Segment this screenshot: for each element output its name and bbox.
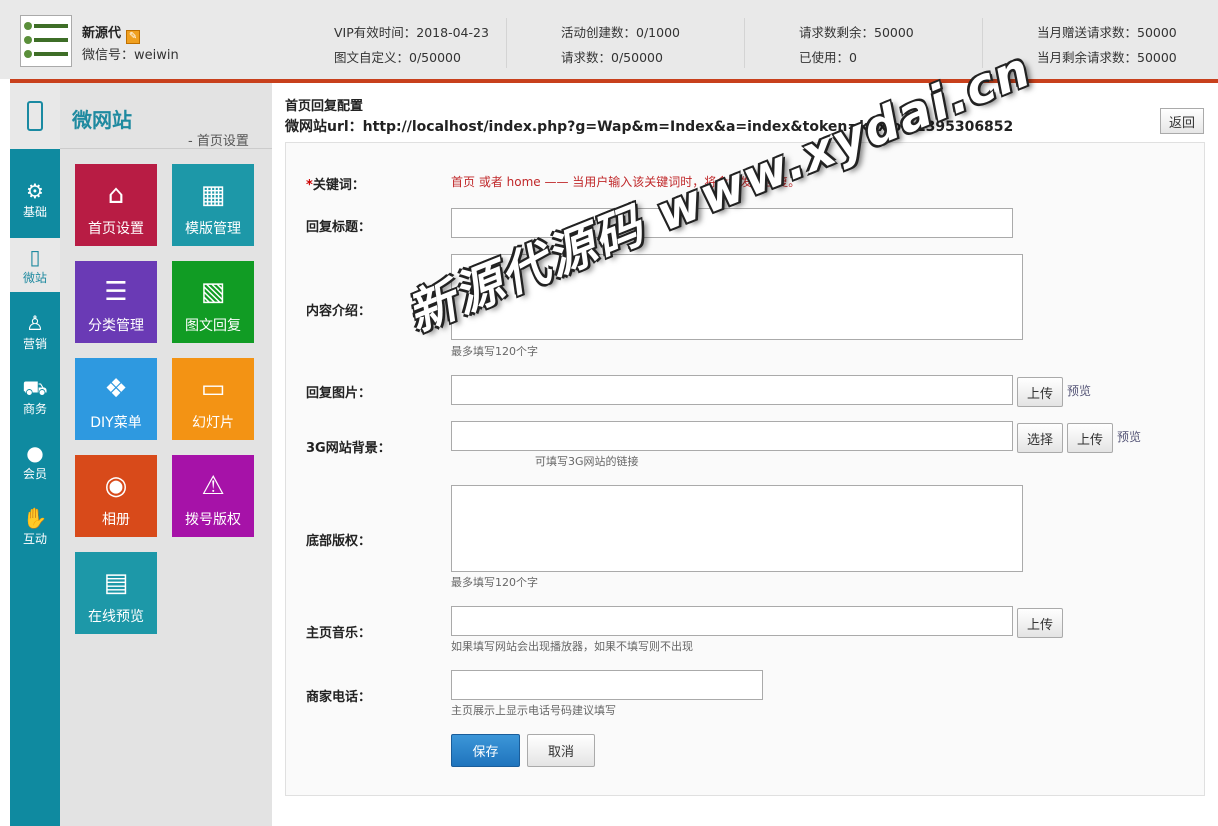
tile-slideshow[interactable]: ▭ 幻灯片 xyxy=(172,358,254,440)
monthly-gift-requests: 当月赠送请求数：50000 xyxy=(1037,25,1177,40)
divider xyxy=(744,18,745,68)
activity-count: 活动创建数：0/1000 xyxy=(561,25,680,40)
tile-label: 拨号版权 xyxy=(185,512,241,528)
user-icon: ● xyxy=(26,441,44,465)
edit-icon[interactable]: ✎ xyxy=(126,30,141,44)
nav-item-marketing[interactable]: ♙ 营销 xyxy=(10,304,60,362)
upload-button[interactable]: 上传 xyxy=(1067,423,1113,453)
cancel-button[interactable]: 取消 xyxy=(527,734,595,767)
cart-icon: ⛟ xyxy=(22,376,48,400)
warning-icon: ⚠ xyxy=(201,471,225,501)
reply-title-input[interactable] xyxy=(451,208,1013,238)
footer-textarea[interactable] xyxy=(451,485,1023,572)
people-icon: ♙ xyxy=(26,311,44,335)
home-icon: ⌂ xyxy=(107,180,125,210)
bg3g-hint: 可填写3G网站的链接 xyxy=(535,455,639,468)
content-textarea[interactable] xyxy=(451,254,1023,340)
music-hint: 如果填写网站会出现播放器，如果不填写则不出现 xyxy=(451,640,693,653)
user-name: 新源代 xyxy=(82,26,122,41)
keyword-label: 关键词： xyxy=(312,178,365,193)
phone-label: 商家电话： xyxy=(306,690,372,705)
tile-category-manage[interactable]: ☰ 分类管理 xyxy=(75,261,157,343)
nav-label: 会员 xyxy=(22,467,47,481)
requests-used: 已使用：0 xyxy=(799,50,857,65)
preview-link[interactable]: 预览 xyxy=(1117,428,1141,445)
tile-label: 模版管理 xyxy=(185,221,241,237)
content-label: 内容介绍： xyxy=(306,304,372,319)
nav-item-basic[interactable]: ⚙ 基础 xyxy=(10,172,60,230)
bg3g-input[interactable] xyxy=(451,421,1013,451)
camera-icon: ◉ xyxy=(104,471,128,501)
monitor-icon: ▭ xyxy=(200,374,226,404)
music-input[interactable] xyxy=(451,606,1013,636)
keyword-note: 首页 或者 home —— 当用户输入该关键词时，将会触发此回复。 xyxy=(451,175,801,189)
footer-hint: 最多填写120个字 xyxy=(451,576,538,589)
nav-label: 商务 xyxy=(22,402,47,416)
upload-button[interactable]: 上传 xyxy=(1017,608,1063,638)
phone-icon: ▯ xyxy=(29,245,41,269)
tile-label: 图文回复 xyxy=(185,318,241,334)
nav-label: 微站 xyxy=(22,271,47,285)
vip-expiry: VIP有效时间：2018-04-23 xyxy=(334,25,489,40)
nav-item-commerce[interactable]: ⛟ 商务 xyxy=(10,369,60,427)
microsite-url: 微网站url：http://localhost/index.php?g=Wap&… xyxy=(285,119,1014,135)
content-hint: 最多填写120个字 xyxy=(451,345,538,358)
tile-label: 在线预览 xyxy=(88,609,144,625)
divider xyxy=(982,18,983,68)
nav-item-interaction[interactable]: ✋ 互动 xyxy=(10,499,60,557)
divider xyxy=(60,148,272,149)
save-button[interactable]: 保存 xyxy=(451,734,520,767)
back-button[interactable]: 返回 xyxy=(1160,108,1204,134)
article-custom-count: 图文自定义：0/50000 xyxy=(334,50,461,65)
select-button[interactable]: 选择 xyxy=(1017,423,1063,453)
phone-icon xyxy=(27,101,43,131)
reply-title-label: 回复标题： xyxy=(306,220,372,235)
tile-dial-copyright[interactable]: ⚠ 拨号版权 xyxy=(172,455,254,537)
dropbox-icon: ❖ xyxy=(104,374,128,404)
reply-image-input[interactable] xyxy=(451,375,1013,405)
section-subtitle: - 首页设置 xyxy=(188,134,249,149)
tile-label: DIY菜单 xyxy=(90,415,142,431)
nav-label: 营销 xyxy=(22,337,47,351)
wechat-id: 微信号：weiwin xyxy=(82,48,179,63)
phone-hint: 主页展示上显示电话号码建议填写 xyxy=(451,704,616,717)
clapper-icon: ▤ xyxy=(103,568,129,598)
footer-label: 底部版权： xyxy=(306,534,372,549)
handshake-icon: ✋ xyxy=(22,506,48,530)
tile-image-reply[interactable]: ▧ 图文回复 xyxy=(172,261,254,343)
tile-label: 幻灯片 xyxy=(192,415,234,431)
reply-image-label: 回复图片： xyxy=(306,386,372,401)
tile-album[interactable]: ◉ 相册 xyxy=(75,455,157,537)
bg3g-label: 3G网站背景： xyxy=(306,441,391,456)
list-icon: ☰ xyxy=(104,277,128,307)
tile-template-manage[interactable]: ▦ 模版管理 xyxy=(172,164,254,246)
page-title: 首页回复配置 xyxy=(285,99,364,114)
preview-link[interactable]: 预览 xyxy=(1067,382,1091,399)
tile-online-preview[interactable]: ▤ 在线预览 xyxy=(75,552,157,634)
tile-label: 分类管理 xyxy=(88,318,144,334)
requests-remaining: 请求数剩余：50000 xyxy=(799,25,914,40)
nav-item-microsite[interactable]: ▯ 微站 xyxy=(10,238,60,292)
required-marker: * xyxy=(306,178,313,193)
section-title: 微网站 xyxy=(72,108,132,132)
building-icon: ▦ xyxy=(200,180,226,210)
divider xyxy=(506,18,507,68)
top-header: 新源代 ✎ 微信号：weiwin VIP有效时间：2018-04-23 图文自定义… xyxy=(0,0,1218,79)
nav-item-members[interactable]: ● 会员 xyxy=(10,434,60,492)
nav-label: 基础 xyxy=(22,205,47,219)
tile-home-settings[interactable]: ⌂ 首页设置 xyxy=(75,164,157,246)
logo xyxy=(20,15,72,67)
gear-icon: ⚙ xyxy=(26,179,44,203)
monthly-remaining-requests: 当月剩余请求数：50000 xyxy=(1037,50,1177,65)
tile-diy-menu[interactable]: ❖ DIY菜单 xyxy=(75,358,157,440)
image-icon: ▧ xyxy=(200,277,226,307)
phone-input[interactable] xyxy=(451,670,763,700)
upload-button[interactable]: 上传 xyxy=(1017,377,1063,407)
nav-label: 互动 xyxy=(22,532,47,546)
music-label: 主页音乐： xyxy=(306,626,372,641)
request-count: 请求数：0/50000 xyxy=(561,50,663,65)
tile-label: 首页设置 xyxy=(88,221,144,237)
tile-label: 相册 xyxy=(102,512,130,528)
